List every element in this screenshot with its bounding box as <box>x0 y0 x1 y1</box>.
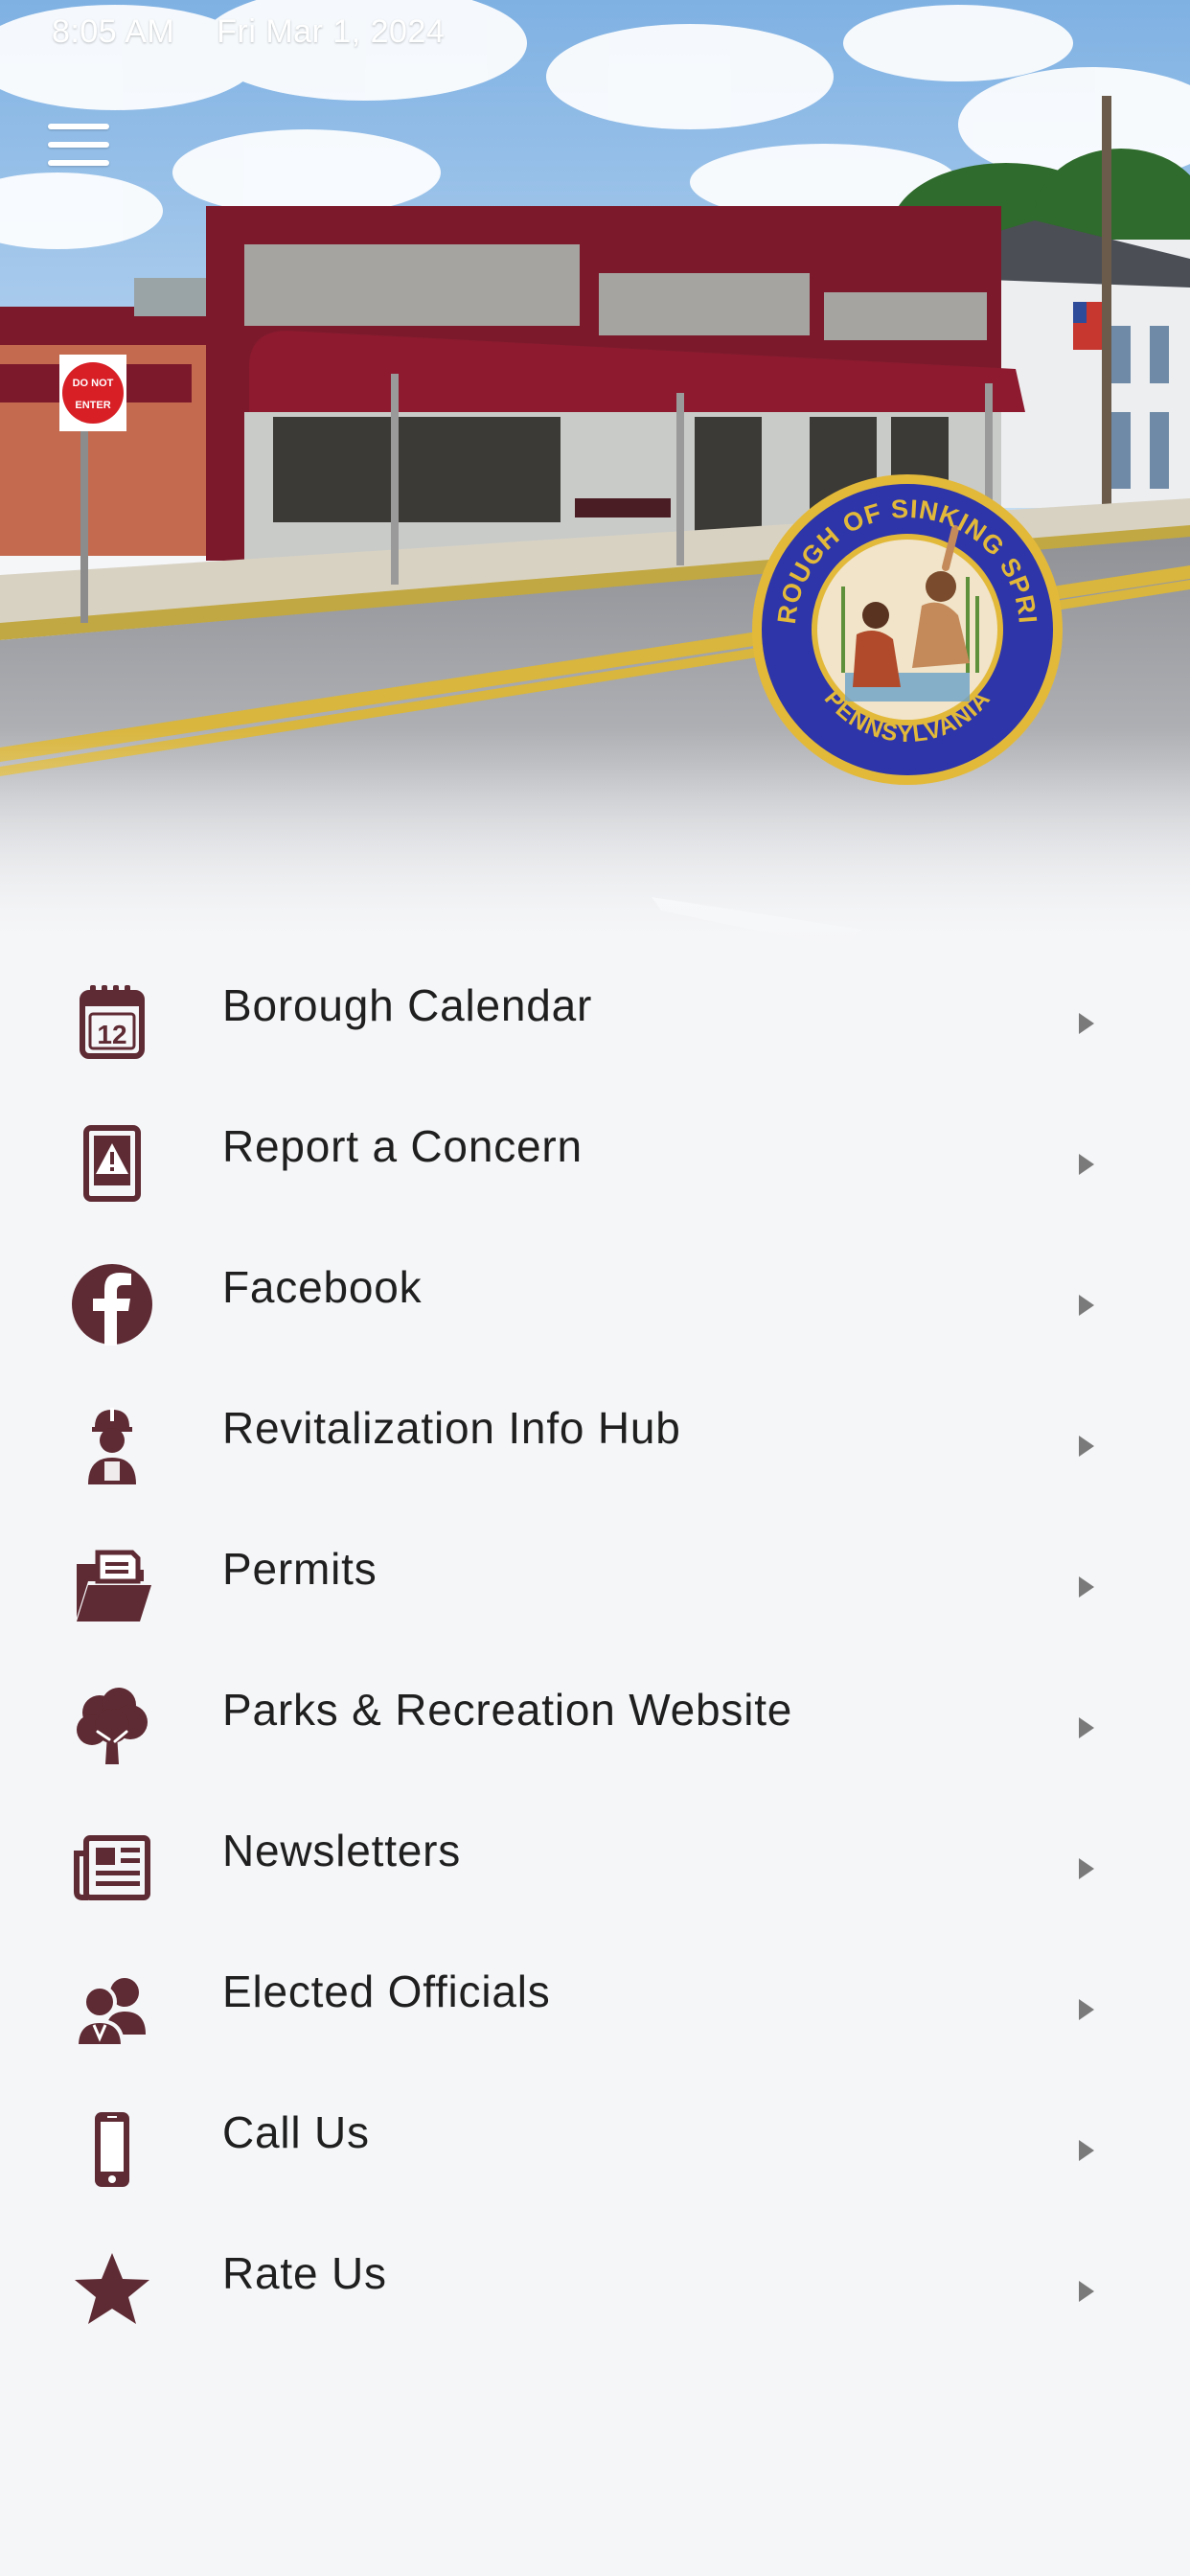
menu-item-report-a-concern[interactable]: Report a Concern <box>0 1099 1190 1240</box>
chevron-right-icon <box>1077 1715 1096 1740</box>
menu-item-call-us[interactable]: Call Us <box>0 2085 1190 2226</box>
menu-item-label: Report a Concern <box>222 1121 583 1171</box>
menu-item-label: Elected Officials <box>222 1966 551 2016</box>
menu-item-label: Call Us <box>222 2107 370 2157</box>
users-icon <box>69 1966 155 2052</box>
borough-seal-logo: BOROUGH OF SINKING SPRING PENNSYLVANIA <box>749 472 1063 785</box>
report-warning-icon <box>69 1120 155 1207</box>
status-date: Fri Mar 1, 2024 <box>217 13 446 50</box>
folder-document-icon <box>69 1543 155 1629</box>
menu-item-label: Parks & Recreation Website <box>222 1685 793 1735</box>
chevron-right-icon <box>1077 1997 1096 2022</box>
main-menu-list: 12 Borough Calendar Report a Concern Fac… <box>0 958 1190 2367</box>
chevron-right-icon <box>1077 1152 1096 1177</box>
menu-item-label: Permits <box>222 1544 378 1594</box>
chevron-right-icon <box>1077 1434 1096 1459</box>
menu-item-parks-and-recreation-website[interactable]: Parks & Recreation Website <box>0 1663 1190 1804</box>
status-bar: 8:05 AM Fri Mar 1, 2024 <box>52 13 445 51</box>
menu-item-revitalization-info-hub[interactable]: Revitalization Info Hub <box>0 1381 1190 1522</box>
menu-item-label: Newsletters <box>222 1826 462 1875</box>
chevron-right-icon <box>1077 1856 1096 1881</box>
chevron-right-icon <box>1077 1293 1096 1318</box>
hamburger-line <box>48 142 109 148</box>
menu-item-rate-us[interactable]: Rate Us <box>0 2226 1190 2367</box>
menu-item-permits[interactable]: Permits <box>0 1522 1190 1663</box>
facebook-icon <box>69 1261 155 1347</box>
svg-text:12: 12 <box>97 1020 126 1049</box>
sign-text-line2: ENTER <box>75 400 110 411</box>
menu-item-label: Rate Us <box>222 2248 387 2298</box>
tree-icon <box>69 1684 155 1770</box>
sign-text-line1: DO NOT <box>73 378 114 389</box>
chevron-right-icon <box>1077 1011 1096 1036</box>
menu-item-label: Borough Calendar <box>222 980 593 1030</box>
newspaper-icon <box>69 1825 155 1911</box>
menu-item-borough-calendar[interactable]: 12 Borough Calendar <box>0 958 1190 1099</box>
chevron-right-icon <box>1077 1575 1096 1599</box>
menu-item-label: Revitalization Info Hub <box>222 1403 681 1453</box>
menu-item-newsletters[interactable]: Newsletters <box>0 1804 1190 1944</box>
menu-item-facebook[interactable]: Facebook <box>0 1240 1190 1381</box>
star-icon <box>69 2247 155 2334</box>
hamburger-menu-button[interactable] <box>48 113 136 176</box>
hamburger-line <box>48 160 109 166</box>
menu-item-label: Facebook <box>222 1262 423 1312</box>
mobile-phone-icon <box>69 2106 155 2193</box>
menu-item-elected-officials[interactable]: Elected Officials <box>0 1944 1190 2085</box>
construction-worker-icon <box>69 1402 155 1488</box>
chevron-right-icon <box>1077 2138 1096 2163</box>
chevron-right-icon <box>1077 2279 1096 2304</box>
hero-banner: DO NOT ENTER 8:05 AM Fri Mar 1, 2024 ROU… <box>0 0 1190 951</box>
hamburger-line <box>48 124 109 129</box>
status-time: 8:05 AM <box>52 13 175 50</box>
calendar-icon: 12 <box>69 979 155 1066</box>
